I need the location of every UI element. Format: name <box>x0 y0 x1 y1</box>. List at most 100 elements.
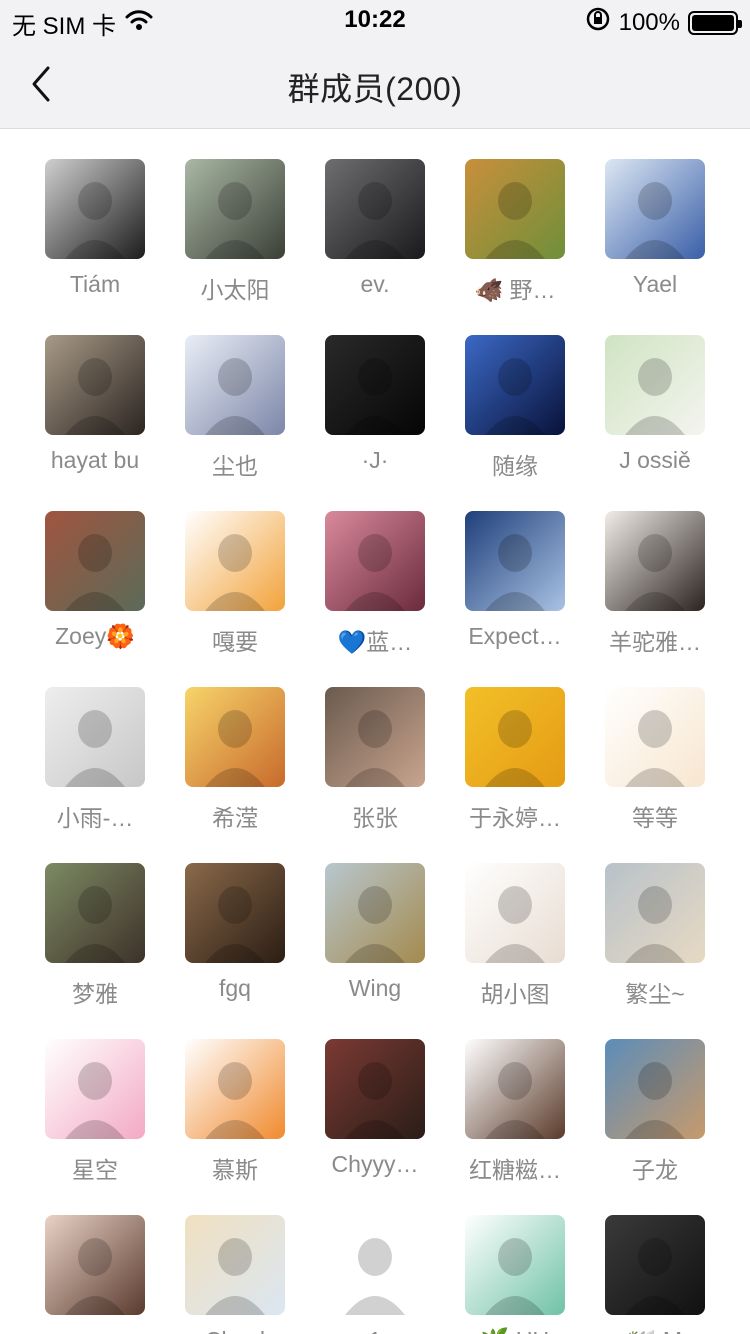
nav-bar: 群成员(200) <box>0 40 750 129</box>
member-avatar[interactable] <box>605 863 705 963</box>
member-item[interactable]: Zoey🏵️ <box>25 511 165 687</box>
member-avatar[interactable] <box>605 159 705 259</box>
group-members-screen: 无 SIM 卡 10:22 100% 群成员(200) Tiám 小太阳 ev.… <box>0 0 750 1334</box>
member-avatar[interactable] <box>185 1215 285 1315</box>
member-name: Tiám <box>69 271 121 297</box>
member-name: Zoey🏵️ <box>55 623 135 649</box>
member-avatar[interactable] <box>185 511 285 611</box>
member-item[interactable]: 子龙 <box>585 1039 725 1215</box>
member-avatar[interactable] <box>465 335 565 435</box>
member-item[interactable]: Chyyy… <box>305 1039 445 1215</box>
member-item[interactable]: 等等 <box>585 687 725 863</box>
member-avatar[interactable] <box>45 335 145 435</box>
battery-fill <box>692 14 734 31</box>
member-name: 胡小图 <box>480 981 550 1007</box>
member-avatar[interactable] <box>45 863 145 963</box>
member-item[interactable]: 繁尘~ <box>585 863 725 1039</box>
member-item[interactable]: 于永婷… <box>445 687 585 863</box>
member-item[interactable]: 希滢 <box>165 687 305 863</box>
member-item[interactable]: 随缘 <box>445 335 585 511</box>
member-avatar[interactable] <box>325 511 425 611</box>
member-avatar[interactable] <box>185 335 285 435</box>
member-item[interactable]: Wing <box>305 863 445 1039</box>
member-avatar[interactable] <box>45 1039 145 1139</box>
member-item[interactable]: Yael <box>585 159 725 335</box>
member-name: 🐗 野… <box>474 277 556 303</box>
battery-percent: 100% <box>618 8 680 36</box>
member-name: hayat bu <box>50 447 140 473</box>
member-item[interactable]: 张张 <box>305 687 445 863</box>
member-item[interactable]: 🕊️ M <box>585 1215 725 1334</box>
member-item[interactable]: Cloud <box>165 1215 305 1334</box>
member-name: Expect… <box>468 623 562 649</box>
member-avatar[interactable] <box>605 335 705 435</box>
member-avatar[interactable] <box>465 511 565 611</box>
member-avatar[interactable] <box>325 863 425 963</box>
member-item[interactable]: ·J· <box>305 335 445 511</box>
member-avatar[interactable] <box>185 863 285 963</box>
member-item[interactable]: 💙蓝… <box>305 511 445 687</box>
member-item[interactable]: fgq <box>165 863 305 1039</box>
member-item[interactable]: J ossiě <box>585 335 725 511</box>
member-avatar[interactable] <box>45 1215 145 1315</box>
member-item[interactable]: 嘎要 <box>165 511 305 687</box>
member-avatar[interactable] <box>325 1039 425 1139</box>
member-name: 梦雅 <box>72 981 118 1007</box>
member-name: 慕斯 <box>212 1157 258 1183</box>
member-avatar[interactable] <box>605 687 705 787</box>
member-avatar[interactable] <box>465 1039 565 1139</box>
member-item[interactable]: Tiám <box>25 159 165 335</box>
member-avatar[interactable] <box>45 159 145 259</box>
member-item[interactable]: 红糖糍… <box>445 1039 585 1215</box>
member-avatar[interactable] <box>465 1215 565 1315</box>
member-item[interactable]: 小雨-… <box>25 687 165 863</box>
member-name: ev. <box>360 271 390 297</box>
member-avatar[interactable] <box>605 1039 705 1139</box>
member-item[interactable]: 慕斯 <box>165 1039 305 1215</box>
member-name: 小雨-… <box>56 805 134 831</box>
member-name: J ossiě <box>619 447 691 473</box>
member-item[interactable]: 梦雅 <box>25 863 165 1039</box>
member-name: 红糖糍… <box>469 1157 561 1183</box>
member-name: fgq <box>219 975 251 1001</box>
member-item[interactable]: 🐗 野… <box>445 159 585 335</box>
member-name: 星空 <box>72 1157 118 1183</box>
member-avatar[interactable] <box>465 863 565 963</box>
status-right: 100% <box>585 6 742 39</box>
member-avatar[interactable] <box>325 159 425 259</box>
member-name: Yael <box>632 271 678 297</box>
member-avatar[interactable] <box>465 687 565 787</box>
member-item[interactable]: hayat bu <box>25 335 165 511</box>
member-avatar[interactable] <box>185 687 285 787</box>
member-avatar[interactable] <box>185 159 285 259</box>
member-name: 羊驼雅… <box>609 629 701 655</box>
member-name: 杨粒粒 <box>30 1327 160 1334</box>
member-item[interactable]: 小太阳 <box>165 159 305 335</box>
member-name: 等等 <box>632 805 678 831</box>
member-item[interactable]: ev. <box>305 159 445 335</box>
member-avatar[interactable] <box>45 687 145 787</box>
member-avatar[interactable] <box>605 511 705 611</box>
member-item[interactable]: 杨粒粒 <box>25 1215 165 1334</box>
member-item[interactable]: 1 <box>305 1215 445 1334</box>
status-bar: 无 SIM 卡 10:22 100% <box>0 0 750 40</box>
member-item[interactable]: 羊驼雅… <box>585 511 725 687</box>
member-avatar[interactable] <box>325 335 425 435</box>
member-avatar[interactable] <box>465 159 565 259</box>
member-item[interactable]: Expect… <box>445 511 585 687</box>
member-avatar[interactable] <box>325 687 425 787</box>
member-avatar[interactable] <box>45 511 145 611</box>
battery-icon <box>688 10 742 35</box>
member-name: 🌿 UU <box>450 1327 580 1334</box>
member-item[interactable]: 星空 <box>25 1039 165 1215</box>
member-name: 希滢 <box>212 805 258 831</box>
member-item[interactable]: 胡小图 <box>445 863 585 1039</box>
member-item[interactable]: 🌿 UU <box>445 1215 585 1334</box>
member-item[interactable]: 尘也 <box>165 335 305 511</box>
member-avatar[interactable] <box>185 1039 285 1139</box>
member-avatar[interactable] <box>605 1215 705 1315</box>
member-avatar[interactable] <box>325 1215 425 1315</box>
member-name: 🕊️ M <box>590 1327 720 1334</box>
member-name: ·J· <box>361 447 389 473</box>
member-name: 尘也 <box>212 453 258 479</box>
